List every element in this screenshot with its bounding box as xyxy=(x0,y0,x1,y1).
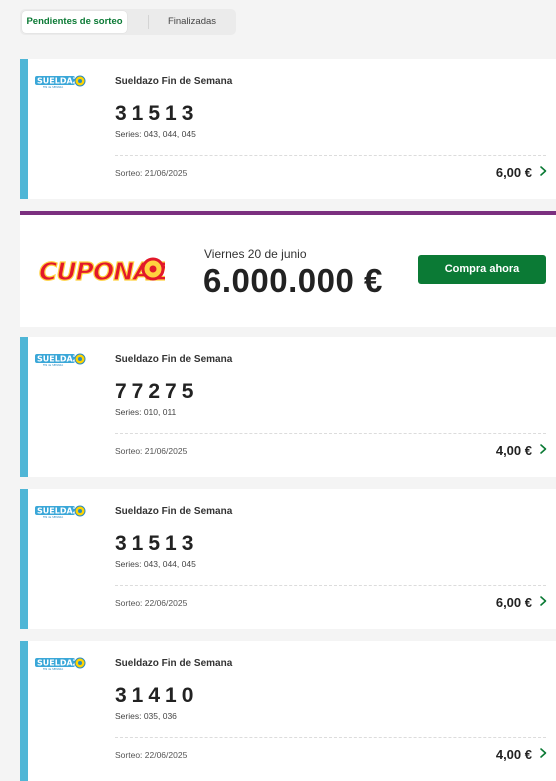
ticket-card[interactable]: SUELDAZO FIN de SEMANA Sueldazo Fin de S… xyxy=(20,59,556,199)
svg-text:FIN de SEMANA: FIN de SEMANA xyxy=(43,515,63,519)
tab-finished[interactable]: Finalizadas xyxy=(150,11,234,33)
sueldazo-logo-icon: SUELDAZO FIN de SEMANA xyxy=(35,505,86,519)
draw-status-tabs: Pendientes de sorteo Finalizadas xyxy=(20,9,236,35)
draw-date: Sorteo: 21/06/2025 xyxy=(115,446,188,456)
draw-date: Sorteo: 21/06/2025 xyxy=(115,168,188,178)
ticket-divider xyxy=(115,433,546,434)
ticket-series: Series: 043, 044, 045 xyxy=(115,129,196,139)
ticket-number: 77275 xyxy=(115,380,199,403)
ticket-card[interactable]: SUELDAZO FIN de SEMANA Sueldazo Fin de S… xyxy=(20,641,556,781)
game-name: Sueldazo Fin de Semana xyxy=(115,658,233,669)
svg-text:FIN de SEMANA: FIN de SEMANA xyxy=(43,363,63,367)
game-name: Sueldazo Fin de Semana xyxy=(115,76,233,87)
sueldazo-logo-icon: SUELDAZO FIN de SEMANA xyxy=(35,75,86,89)
buy-now-button[interactable]: Compra ahora xyxy=(418,255,546,284)
ticket-accent-bar xyxy=(20,59,28,199)
ticket-price: 6,00 € xyxy=(495,165,532,180)
game-name: Sueldazo Fin de Semana xyxy=(115,354,233,365)
chevron-right-icon[interactable] xyxy=(536,442,550,456)
promo-date: Viernes 20 de junio xyxy=(204,247,307,261)
chevron-right-icon[interactable] xyxy=(536,164,550,178)
ticket-divider xyxy=(115,155,546,156)
ticket-divider xyxy=(115,737,546,738)
ticket-price: 4,00 € xyxy=(495,443,532,458)
ticket-number: 31410 xyxy=(115,684,199,707)
ticket-card[interactable]: SUELDAZO FIN de SEMANA Sueldazo Fin de S… xyxy=(20,489,556,629)
cuponazo-logo-icon: CUPONAZO xyxy=(38,256,165,286)
sueldazo-logo-icon: SUELDAZO FIN de SEMANA xyxy=(35,353,86,367)
ticket-series: Series: 043, 044, 045 xyxy=(115,559,196,569)
promo-jackpot: 6.000.000 € xyxy=(203,262,383,299)
ticket-divider xyxy=(115,585,546,586)
ticket-number: 31513 xyxy=(115,102,199,125)
ticket-price: 6,00 € xyxy=(495,595,532,610)
ticket-series: Series: 035, 036 xyxy=(115,711,177,721)
ticket-accent-bar xyxy=(20,337,28,477)
draw-date: Sorteo: 22/06/2025 xyxy=(115,598,188,608)
tab-pending[interactable]: Pendientes de sorteo xyxy=(22,11,127,33)
svg-text:FIN de SEMANA: FIN de SEMANA xyxy=(43,85,63,89)
ticket-card[interactable]: SUELDAZO FIN de SEMANA Sueldazo Fin de S… xyxy=(20,337,556,477)
ticket-number: 31513 xyxy=(115,532,199,555)
chevron-right-icon[interactable] xyxy=(536,746,550,760)
game-name: Sueldazo Fin de Semana xyxy=(115,506,233,517)
draw-date: Sorteo: 22/06/2025 xyxy=(115,750,188,760)
chevron-right-icon[interactable] xyxy=(536,594,550,608)
ticket-accent-bar xyxy=(20,489,28,629)
sueldazo-logo-icon: SUELDAZO FIN de SEMANA xyxy=(35,657,86,671)
svg-text:FIN de SEMANA: FIN de SEMANA xyxy=(43,667,63,671)
cuponazo-promo-banner: CUPONAZO Viernes 20 de junio 6.000.000 €… xyxy=(20,211,556,327)
tab-divider xyxy=(148,15,149,29)
ticket-series: Series: 010, 011 xyxy=(115,407,177,417)
ticket-price: 4,00 € xyxy=(495,747,532,762)
ticket-accent-bar xyxy=(20,641,28,781)
